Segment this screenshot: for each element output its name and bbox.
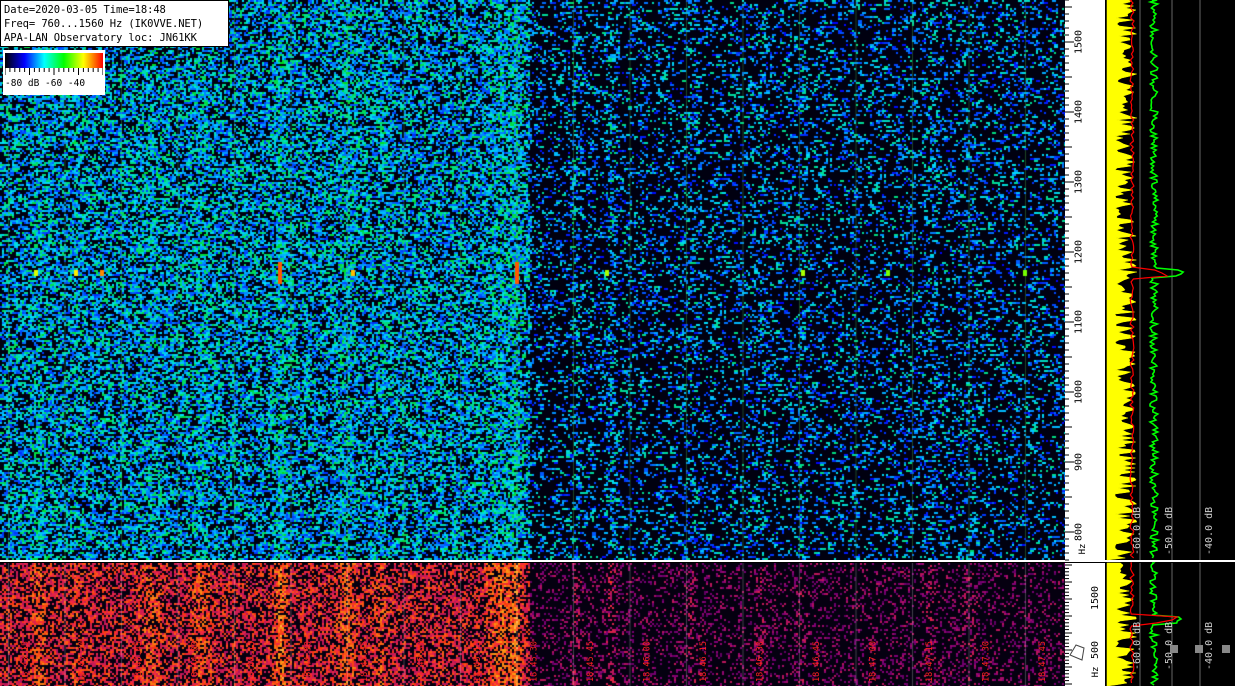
- time-label: 18.43.45: [134, 641, 144, 682]
- db-tick-label: -50.0 dB: [1164, 507, 1175, 555]
- frequency-axis-background: [1065, 0, 1105, 560]
- frequency-axis-upper: 800 900 1000 1100 1200 1300 1400 1500 Hz: [1065, 0, 1105, 561]
- time-label: 18.44.30: [304, 641, 314, 682]
- db-tick-label: -60.0 dB: [1132, 622, 1143, 670]
- spectrum-marker: [1195, 645, 1203, 653]
- time-label: 18.44.15: [247, 641, 257, 682]
- time-label: 18.46.30: [756, 641, 766, 682]
- time-label: 18.46.45: [812, 641, 822, 682]
- time-axis-labels: 18.43.15 18.43.30 18.43.45 18.44.00 18.44.15…: [21, 641, 1048, 682]
- frequency-unit-label: Hz: [1091, 667, 1101, 678]
- frequency-tick-label: 1500: [1073, 30, 1084, 54]
- frequency-tick-label: 500: [1090, 641, 1101, 659]
- time-label: 18.47.30: [982, 641, 992, 682]
- frequency-tick-label: 1400: [1073, 100, 1084, 124]
- spectrum-marker: [1222, 645, 1230, 653]
- frequency-range-line: Freq= 760...1560 Hz (IK0VVE.NET): [4, 18, 204, 30]
- time-label: 18.46.15: [699, 641, 709, 682]
- color-scale-ticks: [5, 68, 103, 75]
- frequency-unit-label: Hz: [1078, 544, 1088, 555]
- spectrum-panel-upper: [1105, 0, 1235, 561]
- time-label: 18.45.15: [473, 641, 483, 682]
- spectrum-marker: [1170, 645, 1178, 653]
- frequency-tick-label: 900: [1073, 453, 1084, 471]
- time-label: 18.44.45: [360, 641, 370, 682]
- time-label: 18.45.45: [586, 641, 596, 682]
- axes-overlay: 800 900 1000 1100 1200 1300 1400 1500 Hz 500 1500…: [21, 0, 1235, 686]
- db-tick-label: -40.0 dB: [1204, 507, 1215, 555]
- db-tick-label: -60.0 dB: [1132, 507, 1143, 555]
- frequency-tick-label: 1000: [1073, 380, 1084, 404]
- time-label: 18.47.45: [1038, 641, 1048, 682]
- frequency-tick-label: 1300: [1073, 170, 1084, 194]
- frequency-tick-label: 1500: [1090, 586, 1101, 610]
- color-scale-labels: -80 dB -60 -40: [5, 78, 86, 89]
- time-label: 18.44.00: [191, 641, 201, 682]
- time-label: 18.45.00: [417, 641, 427, 682]
- time-label: 18.43.15: [21, 641, 31, 682]
- date-time-line: Date=2020-03-05 Time=18:48: [4, 4, 166, 16]
- color-scale-legend: -80 dB -60 -40: [3, 50, 105, 95]
- db-tick-label: -40.0 dB: [1204, 622, 1215, 670]
- info-header: Date=2020-03-05 Time=18:48 Freq= 760...1…: [0, 0, 229, 47]
- frequency-tick-label: 1100: [1073, 310, 1084, 334]
- time-label: 18.47.15: [925, 641, 935, 682]
- time-label: 18.45.30: [530, 641, 540, 682]
- time-label: 18.43.30: [78, 641, 88, 682]
- time-label: 18.47.00: [869, 641, 879, 682]
- frequency-tick-label: 1200: [1073, 240, 1084, 264]
- frequency-axis-lower: 500 1500 Hz: [1065, 563, 1105, 686]
- observatory-line: APA-LAN Observatory loc: JN61KK: [4, 32, 197, 44]
- frequency-tick-label: 800: [1073, 523, 1084, 541]
- time-label: 18.46.00: [643, 641, 653, 682]
- color-scale-bar: [5, 53, 103, 68]
